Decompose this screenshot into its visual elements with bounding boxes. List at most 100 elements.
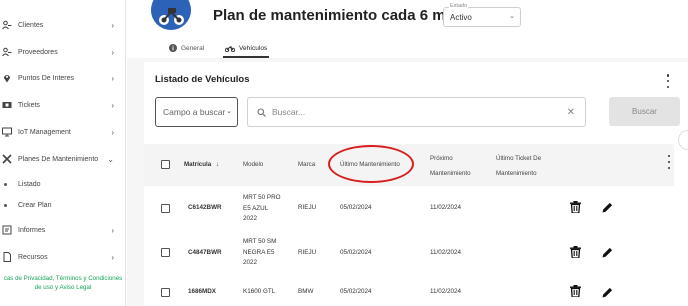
sidebar-item-clipped[interactable]: [0, 2, 122, 8]
document-icon: [2, 252, 12, 262]
more-vert-icon[interactable]: [666, 74, 670, 88]
ticket-icon: [2, 100, 12, 110]
sidebar-item-label: Planes De Mantenimiento: [18, 155, 99, 163]
report-icon: [2, 225, 12, 235]
clear-icon[interactable]: ✕: [567, 107, 575, 118]
page-header: Plan de mantenimiento cada 6 meses Estad…: [127, 0, 688, 58]
cell-ultimo-mantenimiento: 05/02/2024: [340, 249, 372, 256]
sidebar-subitem-label: Crear Plan: [18, 201, 52, 209]
estado-select[interactable]: Estado Activo ⌄: [443, 3, 521, 27]
cell-line: NEGRA E5: [243, 248, 275, 256]
tab-vehiculos[interactable]: Vehículos: [225, 42, 267, 54]
search-button[interactable]: Buscar: [609, 97, 680, 126]
bullet-icon: [4, 182, 7, 186]
trash-icon[interactable]: [570, 201, 581, 213]
cell-marca: RIEJU: [298, 204, 317, 211]
column-header-marca[interactable]: Marca: [298, 159, 315, 171]
cell-modelo: K1600 GTL: [243, 287, 275, 298]
column-header-line: Mantenimiento: [496, 170, 537, 177]
search-input[interactable]: Buscar... ✕: [247, 97, 586, 127]
sidebar-item-label: Informes: [18, 226, 46, 234]
row-checkbox[interactable]: [161, 204, 170, 213]
chevron-right-icon: ›: [111, 225, 114, 235]
sidebar-item-label: Clientes: [18, 21, 44, 29]
column-header-ultimo-ticket[interactable]: Último Ticket De Mantenimiento: [496, 153, 541, 180]
trash-icon[interactable]: [570, 285, 581, 297]
bullet-icon: [4, 203, 7, 207]
sidebar-item-label: Recursos: [18, 253, 48, 261]
tab-label: General: [181, 44, 205, 52]
row-checkbox[interactable]: [161, 288, 170, 297]
cell-line: E5 AZUL: [243, 204, 269, 212]
cell-proximo-mantenimiento: 11/02/2024: [430, 204, 462, 211]
cell-line: K1600 GTL: [243, 288, 276, 295]
table-row[interactable]: 1686MDX K1600 GTL BMW 05/02/2024 11/02/2…: [144, 276, 674, 306]
vehicle-avatar: [151, 0, 191, 30]
chevron-down-icon: ⌄: [107, 154, 114, 164]
motorcycle-icon: [225, 44, 235, 52]
chevron-down-icon: ⌄: [226, 108, 232, 115]
legal-link[interactable]: cas de Privacidad, Términos y Condicione…: [0, 274, 126, 292]
iot-icon: [2, 127, 12, 137]
cell-proximo-mantenimiento: 11/02/2024: [430, 288, 462, 295]
cell-line: 2022: [243, 215, 258, 222]
edit-pencil-icon[interactable]: [602, 247, 613, 258]
table-more-vert-icon[interactable]: [667, 155, 671, 169]
search-icon: [257, 107, 266, 117]
column-header-line: Último Ticket De: [496, 155, 542, 162]
search-field-placeholder: Campo a buscar: [163, 107, 226, 117]
cell-modelo: MRT 50 SM NEGRA E5 2022: [243, 237, 276, 269]
sidebar-item-puntos-de-interes[interactable]: Puntos De Interes ›: [0, 67, 122, 89]
sidebar-item-proveedores[interactable]: Proveedores ›: [0, 41, 122, 63]
legal-text-line: cas de Privacidad, Términos y Condicione…: [3, 275, 123, 282]
sidebar-item-clientes[interactable]: Clientes ›: [0, 14, 122, 36]
sidebar-item-label: Puntos De Interes: [18, 74, 75, 82]
chevron-right-icon: ›: [111, 252, 114, 262]
cell-modelo: MRT 50 PRO E5 AZUL 2022: [243, 193, 281, 225]
tab-general[interactable]: General: [169, 42, 204, 54]
edit-pencil-icon[interactable]: [602, 202, 613, 213]
column-header-modelo[interactable]: Modelo: [243, 159, 263, 171]
sidebar-item-planes-de-mantenimiento[interactable]: Planes De Mantenimiento ⌄: [0, 148, 122, 170]
select-all-checkbox[interactable]: [161, 160, 170, 169]
map-pin-icon: [2, 73, 12, 83]
cell-line: MRT 50 SM: [243, 238, 277, 245]
sidebar-subitem-listado[interactable]: Listado: [0, 175, 122, 193]
table-row[interactable]: C4847BWR MRT 50 SM NEGRA E5 2022 RIEJU 0…: [144, 231, 674, 275]
cell-proximo-mantenimiento: 11/02/2024: [430, 249, 462, 256]
sidebar-item-iot-management[interactable]: IoT Management ›: [0, 121, 122, 143]
row-checkbox[interactable]: [161, 248, 170, 257]
tools-icon: [2, 154, 12, 164]
column-header-proximo-mantenimiento[interactable]: Próximo Mantenimiento: [430, 153, 471, 180]
active-tab-indicator: [223, 56, 269, 58]
chevron-right-icon: ›: [111, 100, 114, 110]
sidebar-item-informes[interactable]: Informes ›: [0, 219, 122, 241]
sidebar-item-tickets[interactable]: Tickets ›: [0, 94, 122, 116]
sidebar-item-label: Proveedores: [18, 48, 58, 56]
sidebar-item-label: Tickets: [18, 101, 40, 109]
cell-matricula: C6142BWR: [188, 204, 222, 211]
sidebar-subitem-crear-plan[interactable]: Crear Plan: [0, 196, 122, 214]
sort-arrow-icon: ↓: [215, 161, 219, 168]
estado-value: Activo: [450, 13, 472, 22]
card-title: Listado de Vehículos: [155, 74, 250, 85]
column-header-line: Mantenimiento: [430, 170, 471, 177]
cell-ultimo-mantenimiento: 05/02/2024: [340, 204, 372, 211]
edit-pencil-icon[interactable]: [602, 287, 613, 298]
cell-ultimo-mantenimiento: 05/02/2024: [340, 288, 372, 295]
annotation-highlight-circle: [328, 145, 414, 183]
cell-marca: RIEJU: [298, 249, 317, 256]
search-placeholder: Buscar...: [272, 107, 306, 117]
sidebar-item-recursos[interactable]: Recursos ›: [0, 246, 122, 268]
column-header-matricula[interactable]: Matrícula ↓: [184, 159, 219, 171]
column-header-line: Próximo: [430, 155, 453, 162]
info-icon: [169, 44, 177, 52]
column-header-label: Matrícula: [184, 161, 212, 168]
trash-icon[interactable]: [570, 246, 581, 258]
tab-label: Vehículos: [239, 44, 268, 52]
cell-matricula: C4847BWR: [188, 249, 222, 256]
estado-label: Estado: [449, 3, 469, 9]
chevron-right-icon: ›: [111, 47, 114, 57]
table-row[interactable]: C6142BWR MRT 50 PRO E5 AZUL 2022 RIEJU 0…: [144, 187, 674, 231]
search-field-select[interactable]: Campo a buscar ⌄: [155, 97, 238, 127]
